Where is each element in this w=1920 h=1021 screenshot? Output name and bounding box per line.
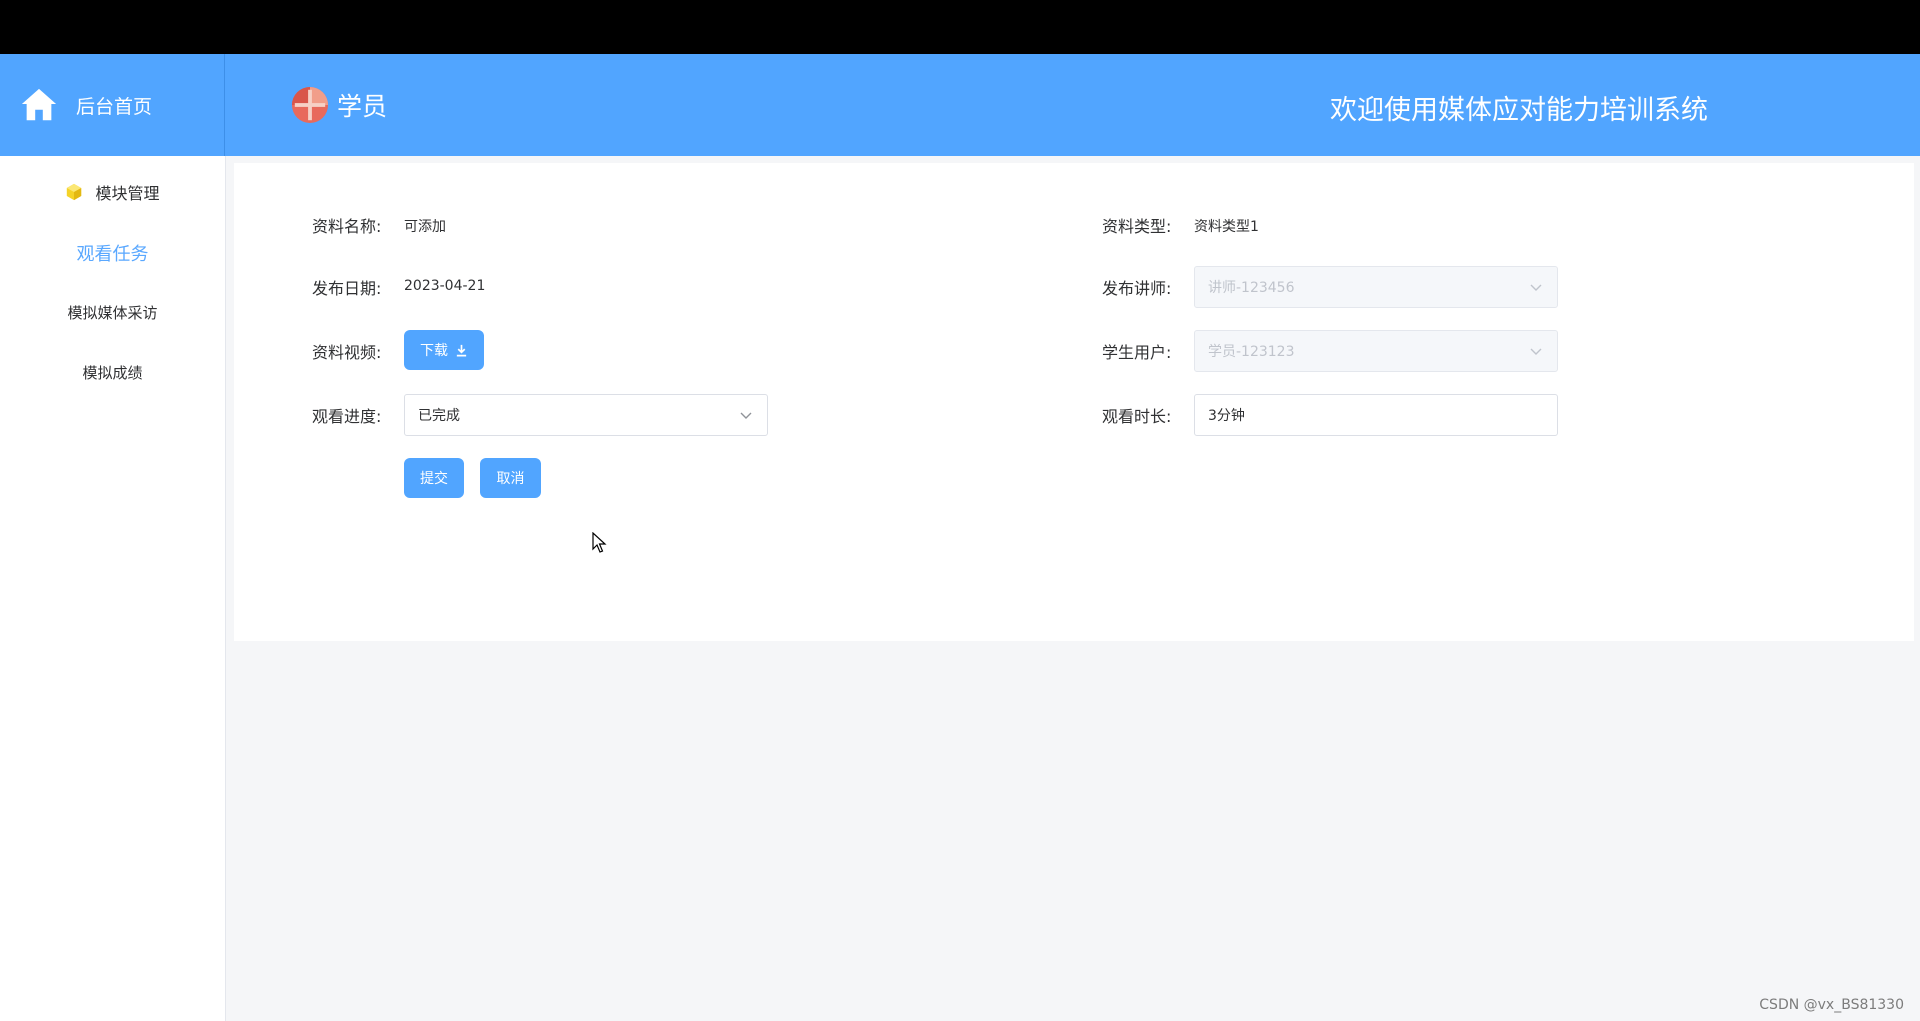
sidebar-item-mock-score[interactable]: 模拟成绩 xyxy=(0,362,225,383)
role-label: 学员 xyxy=(337,92,388,121)
duration-label: 观看时长: xyxy=(1102,407,1172,426)
duration-input-value: 3分钟 xyxy=(1208,408,1245,424)
teacher-select[interactable]: 讲师-123456 xyxy=(1194,266,1558,308)
cube-icon xyxy=(67,183,82,201)
header: 后台首页 学员 欢迎使用媒体应对能力培训系统 xyxy=(0,54,1920,156)
download-button[interactable]: 下载 xyxy=(404,330,484,370)
student-label: 学生用户: xyxy=(1102,343,1172,362)
student-select[interactable]: 学员-123123 xyxy=(1194,330,1558,372)
home-label: 后台首页 xyxy=(76,95,153,118)
home-link[interactable]: 后台首页 xyxy=(0,54,225,156)
name-label: 资料名称: xyxy=(312,217,382,236)
top-bar xyxy=(0,0,1920,54)
role-indicator: 学员 xyxy=(291,86,387,124)
progress-select[interactable]: 已完成 xyxy=(404,394,768,436)
progress-select-value: 已完成 xyxy=(418,408,460,424)
mouse-cursor-icon xyxy=(592,532,607,553)
chevron-down-icon xyxy=(740,412,752,419)
form-card: 资料名称: 可添加 资料类型: 资料类型1 发布日期: 2023-04-21 发… xyxy=(234,163,1914,641)
video-label: 资料视频: xyxy=(312,343,382,362)
type-value: 资料类型1 xyxy=(1194,219,1259,235)
download-label: 下载 xyxy=(420,343,448,359)
teacher-label: 发布讲师: xyxy=(1102,279,1172,298)
name-value: 可添加 xyxy=(404,219,446,235)
welcome-title: 欢迎使用媒体应对能力培训系统 xyxy=(1330,95,1708,126)
sidebar-item-module-management[interactable]: 模块管理 xyxy=(0,180,225,204)
duration-input[interactable]: 3分钟 xyxy=(1194,394,1558,436)
submit-button[interactable]: 提交 xyxy=(404,458,464,498)
sidebar-item-mock-interview[interactable]: 模拟媒体采访 xyxy=(0,302,225,323)
date-label: 发布日期: xyxy=(312,279,382,298)
teacher-select-value: 讲师-123456 xyxy=(1208,280,1295,296)
download-icon xyxy=(456,344,467,356)
role-avatar-icon xyxy=(291,86,329,124)
type-label: 资料类型: xyxy=(1102,217,1172,236)
date-value: 2023-04-21 xyxy=(404,278,486,294)
student-select-value: 学员-123123 xyxy=(1208,344,1295,360)
sidebar-item-watch-task[interactable]: 观看任务 xyxy=(0,240,225,266)
home-icon xyxy=(21,88,57,121)
sidebar-item-label: 模块管理 xyxy=(95,184,160,203)
sidebar: 模块管理 观看任务 模拟媒体采访 模拟成绩 xyxy=(0,156,226,1021)
chevron-down-icon xyxy=(1530,348,1542,355)
progress-label: 观看进度: xyxy=(312,407,382,426)
watermark: CSDN @vx_BS81330 xyxy=(1759,997,1904,1013)
cancel-button[interactable]: 取消 xyxy=(480,458,541,498)
chevron-down-icon xyxy=(1530,284,1542,291)
